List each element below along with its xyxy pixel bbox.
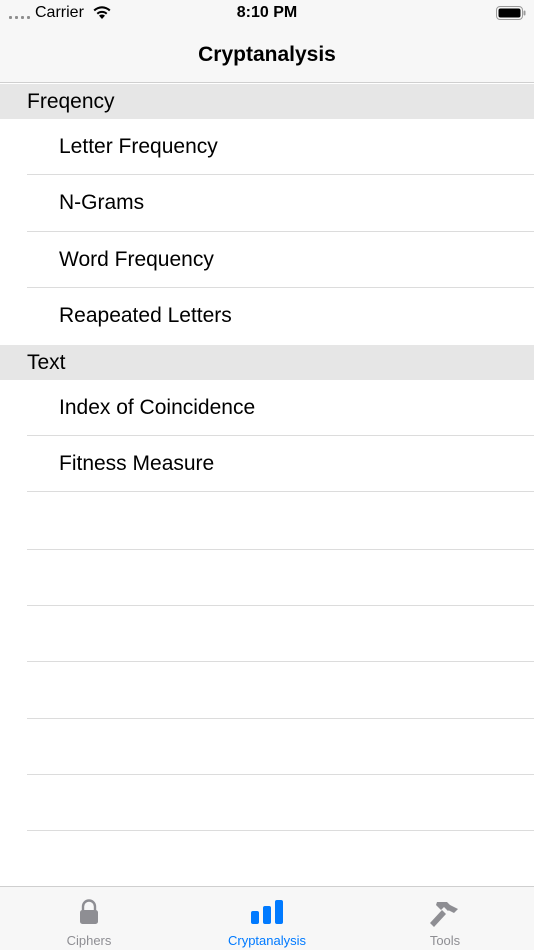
- section-header-text: Text: [0, 344, 534, 380]
- chart-bars-icon: [251, 900, 283, 924]
- list-item-label: Index of Coincidence: [59, 395, 256, 419]
- status-time: 8:10 PM: [236, 4, 298, 21]
- section-header-frequency: Freqency: [0, 84, 534, 119]
- tab-cryptanalysis[interactable]: Cryptanalysis: [178, 887, 356, 950]
- empty-table-area: [0, 493, 534, 886]
- row-separator: [27, 718, 534, 719]
- row-separator: [27, 830, 534, 831]
- list-item-label: N-Grams: [59, 191, 145, 215]
- row-separator: [27, 661, 534, 662]
- list-item-letter-frequency[interactable]: Letter Frequency: [0, 119, 534, 176]
- row-separator: [27, 549, 534, 550]
- row-separator: [27, 774, 534, 775]
- list-item-word-frequency[interactable]: Word Frequency: [0, 231, 534, 289]
- tab-label: Ciphers: [66, 933, 112, 948]
- list-item-fitness-measure[interactable]: Fitness Measure: [0, 435, 534, 493]
- row-separator: [27, 605, 534, 606]
- navigation-bar: Cryptanalysis: [0, 28, 534, 83]
- status-bar: Carrier 8:10 PM: [0, 0, 534, 28]
- tab-bar: Ciphers Cryptanalysis Tools: [0, 886, 534, 950]
- list-item-repeated-letters[interactable]: Reapeated Letters: [0, 288, 534, 345]
- battery-icon: [496, 6, 526, 20]
- list-item-label: Fitness Measure: [59, 451, 215, 475]
- list-item-n-grams[interactable]: N-Grams: [0, 175, 534, 233]
- page-title: Cryptanalysis: [198, 43, 336, 66]
- list-item-label: Reapeated Letters: [59, 304, 232, 328]
- list-item-label: Letter Frequency: [59, 135, 218, 158]
- analysis-list: Freqency Letter Frequency N-Grams Word F…: [0, 84, 534, 493]
- list-item-index-of-coincidence[interactable]: Index of Coincidence: [0, 379, 534, 437]
- tab-tools[interactable]: Tools: [356, 887, 534, 950]
- tab-ciphers[interactable]: Ciphers: [0, 887, 178, 950]
- list-item-label: Word Frequency: [59, 247, 214, 271]
- tab-label: Tools: [429, 933, 461, 948]
- hammer-icon: [430, 902, 458, 927]
- tab-label: Cryptanalysis: [227, 933, 307, 948]
- lock-icon: [80, 899, 98, 924]
